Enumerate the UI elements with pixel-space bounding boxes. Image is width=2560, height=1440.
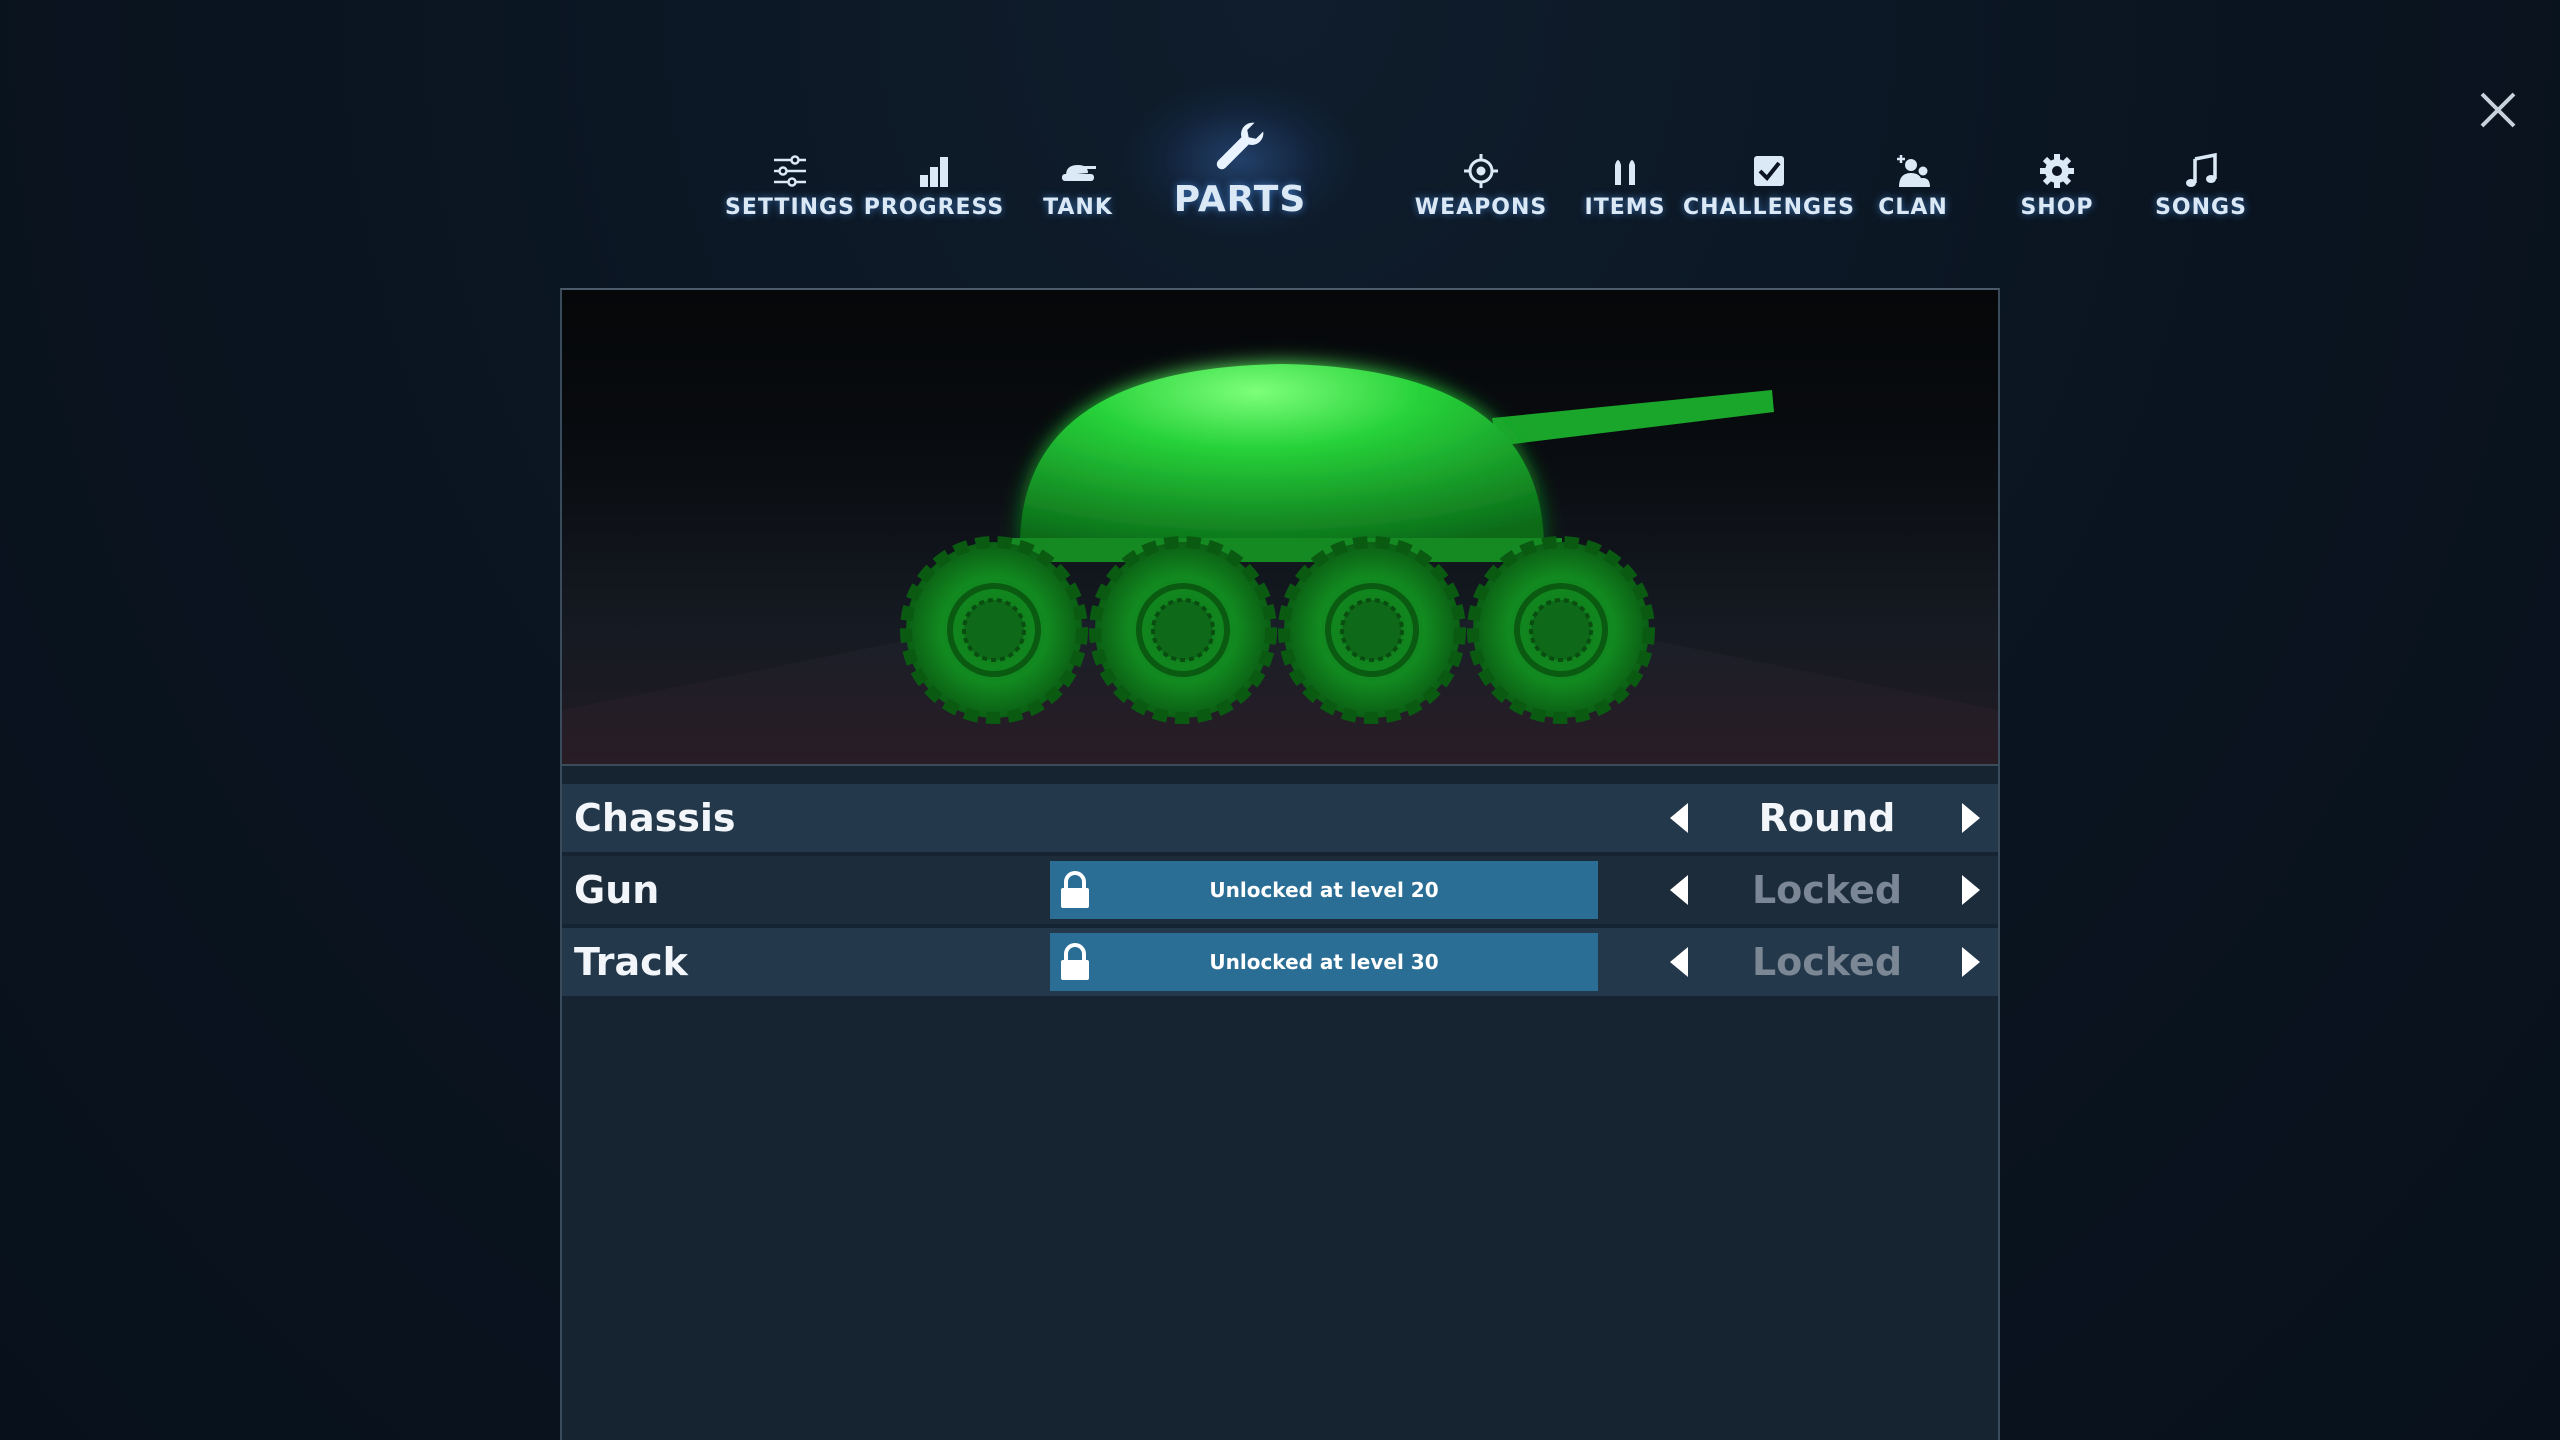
parts-list: Chassis Round Gun Unlocked at level 20 L… (562, 784, 1998, 1000)
wrench-icon (1216, 122, 1264, 170)
next-arrow-icon[interactable] (1958, 873, 1982, 907)
part-label: Chassis (574, 796, 736, 840)
part-label: Track (574, 940, 688, 984)
close-icon (2480, 92, 2516, 128)
prev-arrow-icon[interactable] (1668, 873, 1692, 907)
gear-badge-icon (2040, 154, 2074, 188)
part-row-chassis[interactable]: Chassis Round (562, 784, 1998, 852)
prev-arrow-icon[interactable] (1668, 801, 1692, 835)
group-add-icon (1897, 155, 1930, 187)
tab-weapons-label: WEAPONS (1414, 195, 1548, 220)
tab-parts-label: PARTS (1173, 179, 1307, 220)
shells-icon (1615, 160, 1635, 185)
tab-settings-label: SETTINGS (725, 195, 855, 220)
unlock-requirement-text: Unlocked at level 20 (1209, 878, 1439, 902)
tab-challenges[interactable]: CHALLENGES (1683, 120, 1854, 220)
tank-preview (562, 290, 1998, 766)
part-value: Locked (1751, 940, 1903, 984)
tab-parts[interactable]: PARTS (1145, 110, 1335, 220)
tab-tank-label: TANK (1043, 195, 1113, 220)
unlock-requirement-badge: Unlocked at level 20 (1050, 861, 1598, 919)
next-arrow-icon[interactable] (1958, 801, 1982, 835)
tank-icon (1062, 165, 1096, 181)
tank-dome (1020, 364, 1544, 546)
unlock-requirement-badge: Unlocked at level 30 (1050, 933, 1598, 991)
prev-arrow-icon[interactable] (1668, 945, 1692, 979)
part-row-track[interactable]: Track Unlocked at level 30 Locked (562, 928, 1998, 996)
tab-progress[interactable]: PROGRESS (864, 120, 1004, 220)
crosshair-icon (1464, 154, 1498, 188)
tab-settings[interactable]: SETTINGS (720, 120, 860, 220)
tab-clan-label: CLAN (1878, 195, 1948, 220)
parts-panel: Chassis Round Gun Unlocked at level 20 L… (560, 288, 2000, 1440)
close-button[interactable] (2478, 90, 2518, 130)
tab-weapons[interactable]: WEAPONS (1411, 120, 1551, 220)
next-arrow-icon[interactable] (1958, 945, 1982, 979)
unlock-requirement-text: Unlocked at level 30 (1209, 950, 1439, 974)
tab-shop[interactable]: SHOP (1987, 120, 2127, 220)
tab-tank[interactable]: TANK (1008, 120, 1148, 220)
part-value: Round (1758, 796, 1896, 840)
music-note-icon (2186, 152, 2217, 187)
tab-clan[interactable]: CLAN (1843, 120, 1983, 220)
part-label: Gun (574, 868, 660, 912)
tab-items-label: ITEMS (1584, 195, 1666, 220)
tab-shop-label: SHOP (2020, 195, 2094, 220)
tank-gun (1492, 390, 1774, 446)
part-row-gun[interactable]: Gun Unlocked at level 20 Locked (562, 856, 1998, 924)
part-value: Locked (1751, 868, 1903, 912)
tab-challenges-label: CHALLENGES (1683, 195, 1855, 220)
main-nav: SETTINGS PROGRESS TANK PARTS WEAPONS ITE… (700, 120, 2260, 230)
tab-items[interactable]: ITEMS (1555, 120, 1695, 220)
tab-songs-label: SONGS (2155, 195, 2247, 220)
checkbox-icon (1754, 156, 1784, 186)
bar-chart-icon (920, 157, 948, 187)
sliders-icon (774, 155, 806, 187)
tab-progress-label: PROGRESS (863, 195, 1005, 220)
tab-songs[interactable]: SONGS (2131, 120, 2271, 220)
tank-model (562, 364, 1998, 764)
